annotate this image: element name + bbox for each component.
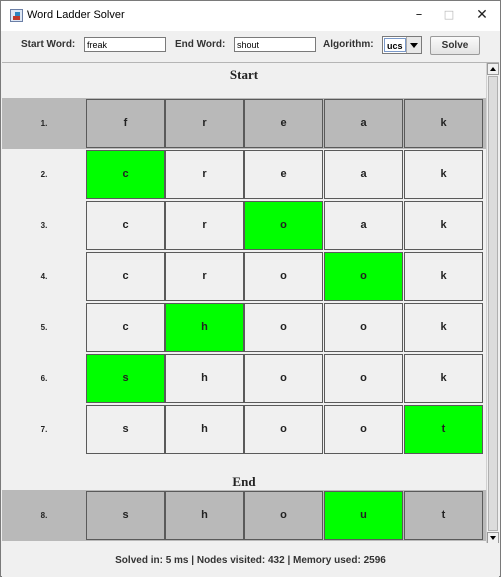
chevron-down-icon[interactable] bbox=[406, 37, 421, 53]
ladder-row: 5. c h o o k bbox=[2, 302, 486, 353]
letter-cell: c bbox=[86, 303, 165, 352]
step-number: 6. bbox=[40, 374, 48, 383]
letter-cell: o bbox=[324, 303, 403, 352]
letter-cell: a bbox=[324, 150, 403, 199]
start-word-input[interactable] bbox=[84, 37, 166, 52]
arrow-up-icon[interactable] bbox=[487, 63, 499, 75]
letter-cell: s bbox=[86, 491, 165, 540]
end-word-label: End Word: bbox=[175, 39, 226, 50]
maximize-button[interactable]: □ bbox=[438, 5, 460, 25]
title-bar[interactable]: Word Ladder Solver – □ ✕ bbox=[1, 1, 500, 31]
java-app-icon bbox=[10, 9, 23, 22]
controls-bar: Start Word: End Word: Algorithm: ucs Sol… bbox=[1, 31, 500, 61]
scrollbar-thumb[interactable] bbox=[488, 76, 498, 531]
minimize-button[interactable]: – bbox=[408, 5, 430, 25]
letter-cell: r bbox=[165, 150, 244, 199]
step-number: 1. bbox=[40, 119, 48, 128]
letter-cell: k bbox=[404, 354, 483, 403]
letter-cell: o bbox=[244, 303, 323, 352]
letter-cell: k bbox=[404, 150, 483, 199]
ladder-content: Start 1. f r e a k 2. c r e a k 3. c r o a k 4. c r o o k 5. c h o o… bbox=[2, 63, 486, 543]
changed-letter-cell: o bbox=[244, 201, 323, 250]
changed-letter-cell: o bbox=[324, 252, 403, 301]
letter-cell: o bbox=[244, 354, 323, 403]
solve-button[interactable]: Solve bbox=[430, 36, 480, 55]
ladder-scroll-pane[interactable]: Start 1. f r e a k 2. c r e a k 3. c r o a k 4. c r o o k 5. c h o o… bbox=[2, 62, 499, 543]
letter-cell: o bbox=[244, 405, 323, 454]
step-number: 8. bbox=[40, 511, 48, 520]
vertical-scrollbar[interactable] bbox=[486, 63, 499, 543]
step-number: 2. bbox=[40, 170, 48, 179]
start-word-label: Start Word: bbox=[21, 39, 76, 50]
status-bar: Solved in: 5 ms | Nodes visited: 432 | M… bbox=[2, 544, 499, 577]
letter-cell: r bbox=[165, 201, 244, 250]
letter-cell: e bbox=[244, 150, 323, 199]
letter-cell: k bbox=[404, 252, 483, 301]
ladder-row: 4. c r o o k bbox=[2, 251, 486, 302]
start-heading: Start bbox=[229, 67, 259, 82]
close-button[interactable]: ✕ bbox=[471, 5, 493, 25]
letter-cell: o bbox=[244, 491, 323, 540]
step-number: 4. bbox=[40, 272, 48, 281]
letter-cell: a bbox=[324, 201, 403, 250]
letter-cell: k bbox=[404, 201, 483, 250]
letter-cell: h bbox=[165, 354, 244, 403]
letter-cell: o bbox=[244, 252, 323, 301]
letter-cell: o bbox=[324, 354, 403, 403]
letter-cell: k bbox=[404, 303, 483, 352]
letter-cell: o bbox=[324, 405, 403, 454]
letter-cell: h bbox=[165, 491, 244, 540]
ladder-row: 2. c r e a k bbox=[2, 149, 486, 200]
letter-cell: r bbox=[165, 252, 244, 301]
ladder-row: 6. s h o o k bbox=[2, 353, 486, 404]
changed-letter-cell: s bbox=[86, 354, 165, 403]
letter-cell: t bbox=[404, 491, 483, 540]
changed-letter-cell: c bbox=[86, 150, 165, 199]
window-title: Word Ladder Solver bbox=[27, 9, 125, 21]
ladder-row: 3. c r o a k bbox=[2, 200, 486, 251]
changed-letter-cell: t bbox=[404, 405, 483, 454]
changed-letter-cell: u bbox=[324, 491, 403, 540]
ladder-row: 7. s h o o t bbox=[2, 404, 486, 455]
algorithm-value: ucs bbox=[384, 38, 406, 52]
letter-cell: s bbox=[86, 405, 165, 454]
step-number: 5. bbox=[40, 323, 48, 332]
algorithm-label: Algorithm: bbox=[323, 39, 374, 50]
changed-letter-cell: h bbox=[165, 303, 244, 352]
app-window: Word Ladder Solver – □ ✕ Start Word: End… bbox=[0, 0, 501, 577]
letter-cell: c bbox=[86, 201, 165, 250]
step-number: 3. bbox=[40, 221, 48, 230]
letter-cell: h bbox=[165, 405, 244, 454]
ladder-row: 8. s h o u t bbox=[2, 490, 486, 541]
end-word-input[interactable] bbox=[234, 37, 316, 52]
algorithm-select[interactable]: ucs bbox=[382, 36, 422, 54]
letter-cell: r bbox=[165, 99, 244, 148]
letter-cell: f bbox=[86, 99, 165, 148]
ladder-row: 1. f r e a k bbox=[2, 98, 486, 149]
letter-cell: a bbox=[324, 99, 403, 148]
letter-cell: k bbox=[404, 99, 483, 148]
letter-cell: c bbox=[86, 252, 165, 301]
letter-cell: e bbox=[244, 99, 323, 148]
arrow-down-icon[interactable] bbox=[487, 532, 499, 543]
step-number: 7. bbox=[40, 425, 48, 434]
end-heading: End bbox=[232, 474, 256, 489]
